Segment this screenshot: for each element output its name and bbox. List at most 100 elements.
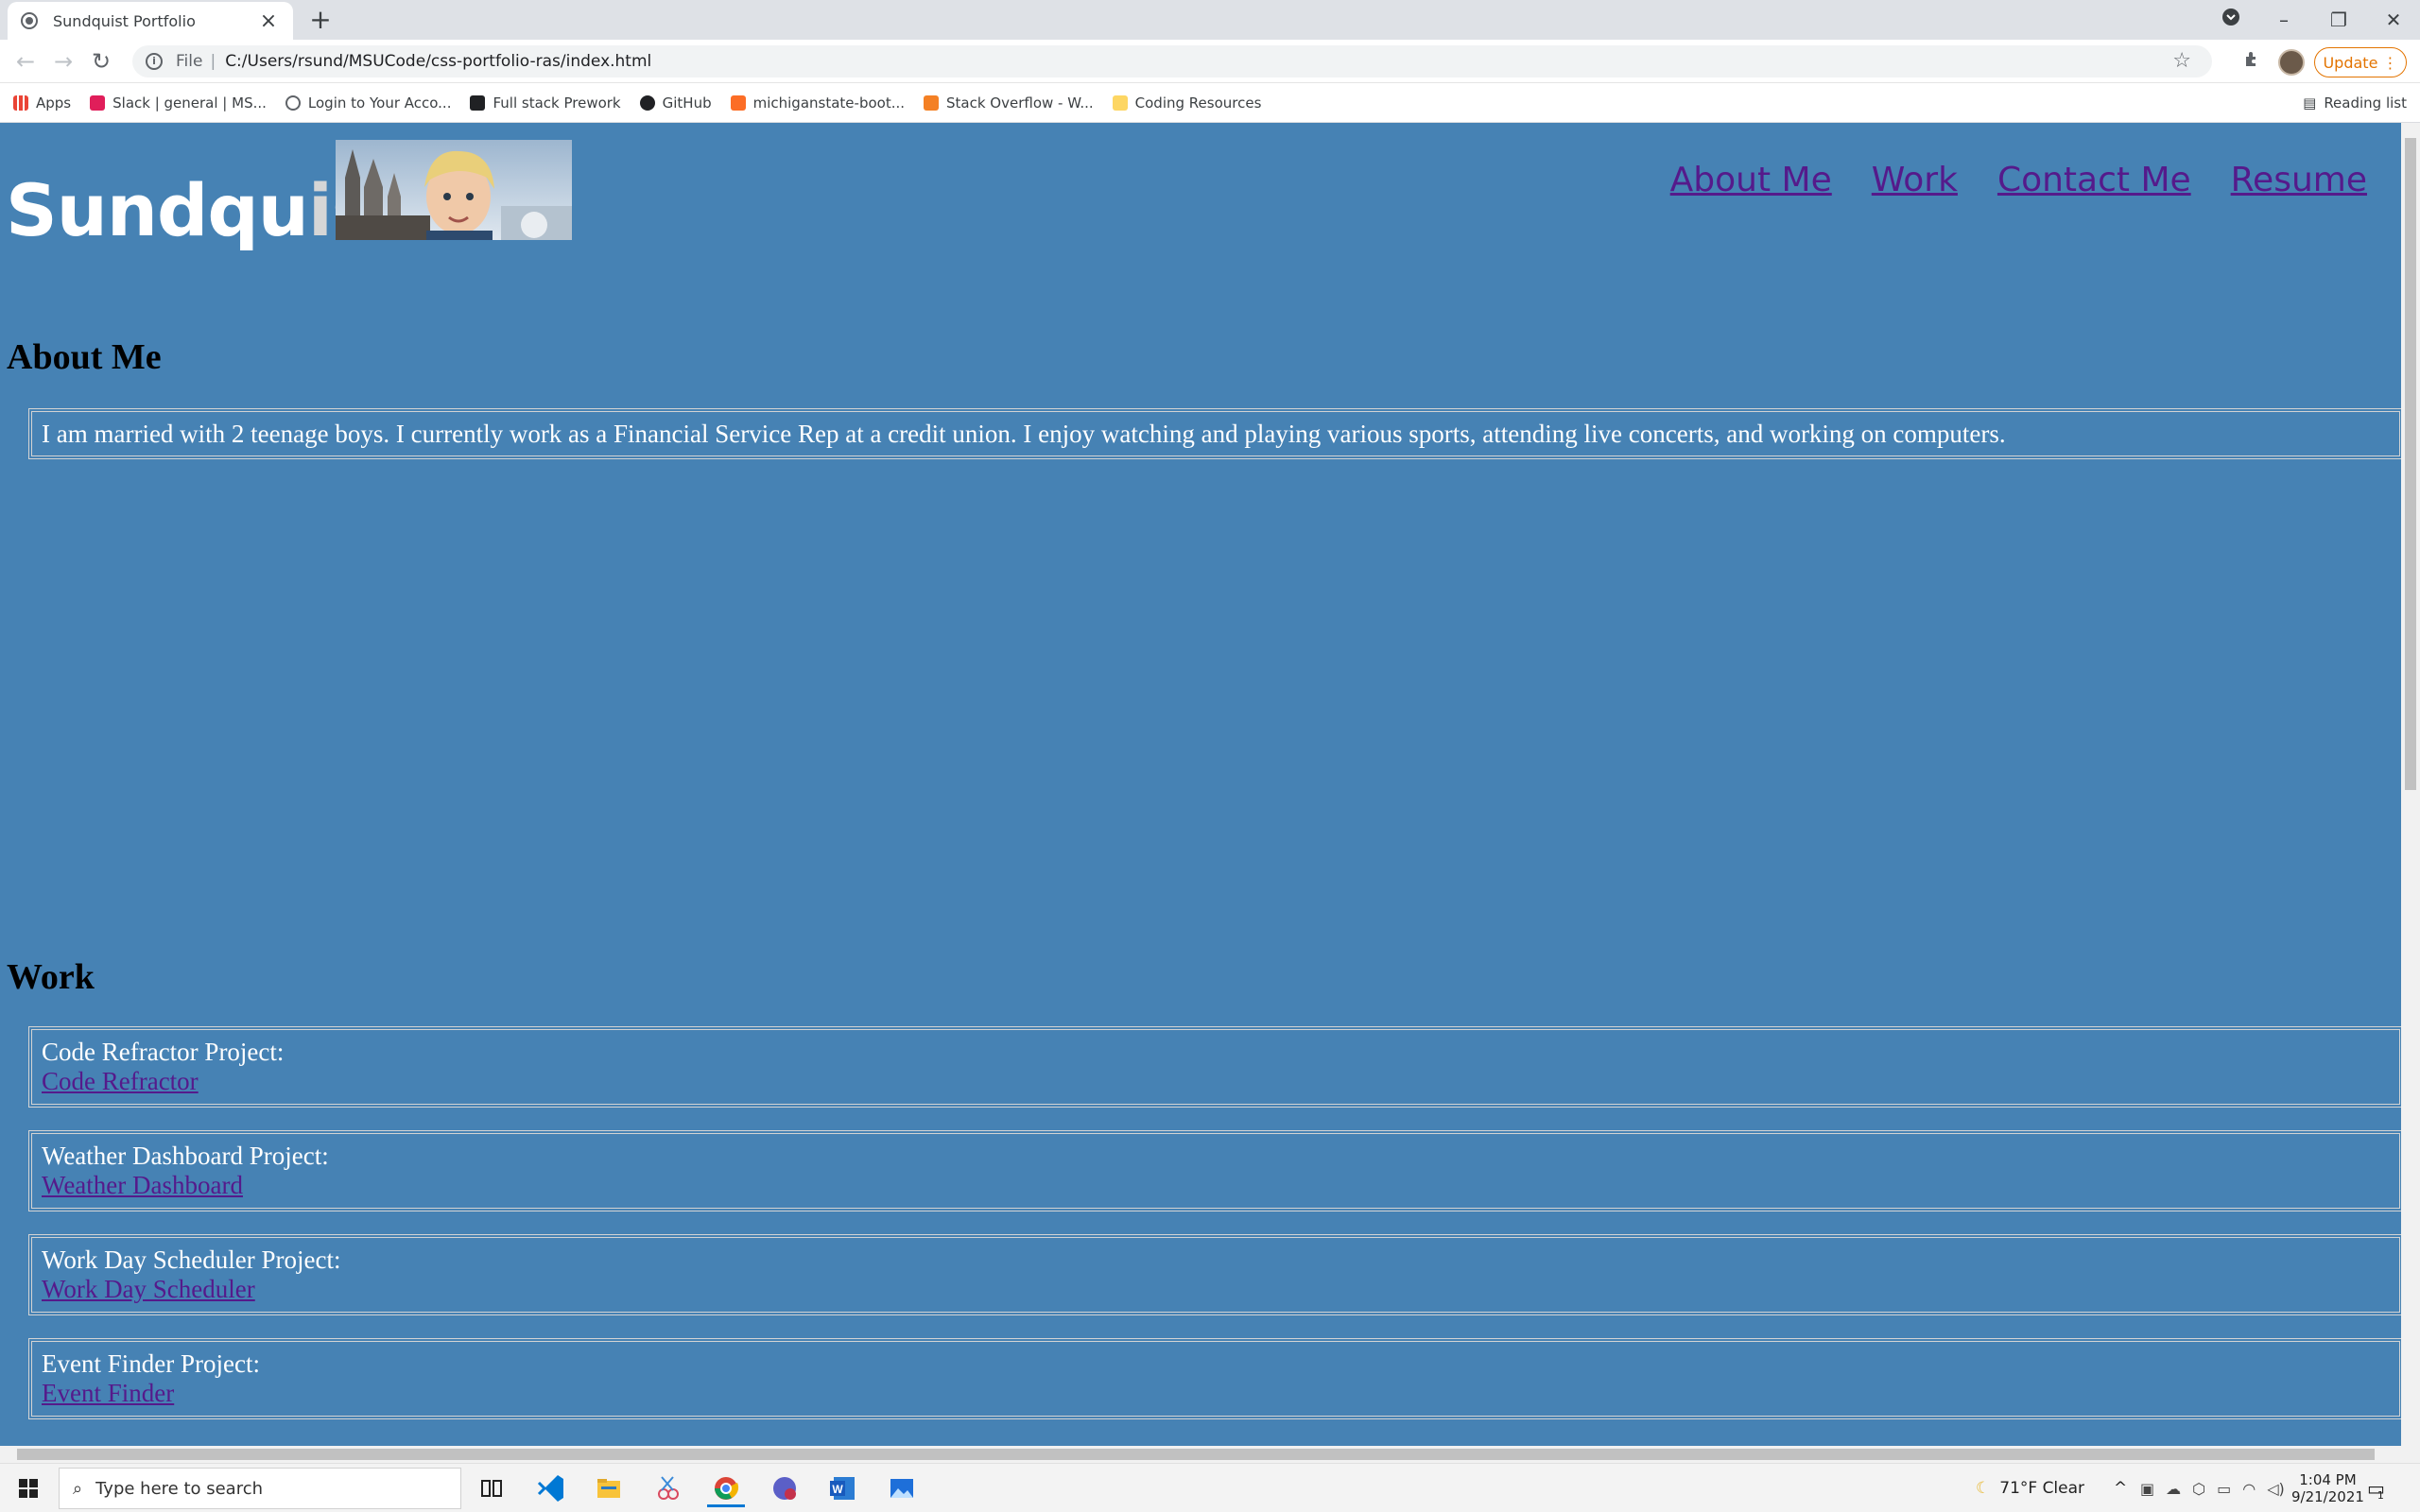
reading-list-icon: ▤ [2303,94,2317,112]
bookmark-label: Slack | general | MS... [112,94,267,112]
reading-list-button[interactable]: ▤ Reading list [2303,83,2407,123]
update-button[interactable]: Update ⋮ [2314,47,2407,77]
bookmark-coding-resources[interactable]: Coding Resources [1112,94,1262,112]
bookmark-slack[interactable]: Slack | general | MS... [90,94,267,112]
book-icon [470,94,486,111]
volume-icon[interactable]: ◁) [2267,1480,2285,1498]
onedrive-icon[interactable]: ☁ [2166,1480,2181,1498]
bookmark-label: Login to Your Acco... [307,94,452,112]
battery-icon[interactable]: ▭ [2217,1480,2231,1498]
vertical-scrollbar[interactable] [2401,123,2420,1446]
update-label: Update [2323,53,2378,72]
browser-toolbar: ← → ↻ i File | C:/Users/rsund/MSUCode/cs… [0,40,2420,83]
minimize-icon[interactable]: – [2265,4,2303,36]
bookmark-label: Full stack Prework [493,94,621,112]
snipping-tool-icon[interactable] [648,1469,686,1507]
project-link[interactable]: Event Finder [42,1379,2390,1408]
bookmark-prework[interactable]: Full stack Prework [470,94,621,112]
horizontal-scrollbar[interactable] [0,1446,2420,1463]
vscode-icon[interactable] [531,1469,569,1507]
bookmark-apps[interactable]: Apps [13,94,71,112]
word-icon[interactable]: W [824,1469,862,1507]
nav-resume[interactable]: Resume [2231,161,2367,199]
profile-photo [336,140,572,240]
windows-taskbar: ⌕ Type here to search W ☾ 71°F Clear ^ ▣… [0,1463,2420,1512]
photos-icon[interactable] [883,1469,921,1507]
globe-icon [285,94,301,111]
folder-icon [1112,94,1128,111]
site-nav: About Me Work Contact Me Resume [1670,161,2367,199]
forward-icon[interactable]: → [47,45,79,77]
search-placeholder: Type here to search [95,1478,264,1499]
tab-search-icon[interactable] [2212,4,2250,36]
task-view-icon[interactable] [473,1469,510,1507]
address-bar[interactable]: i File | C:/Users/rsund/MSUCode/css-port… [132,45,2212,77]
slack-icon [90,94,106,111]
close-tab-icon[interactable]: × [257,9,280,33]
chat-app-icon[interactable] [766,1469,804,1507]
new-tab-button[interactable]: + [304,4,337,36]
stackoverflow-icon [924,94,940,111]
svg-text:W: W [832,1483,843,1496]
bookmark-stackoverflow[interactable]: Stack Overflow - W... [924,94,1094,112]
bookmark-login[interactable]: Login to Your Acco... [285,94,452,112]
back-icon[interactable]: ← [9,45,42,77]
extensions-icon[interactable] [2242,45,2261,77]
show-hidden-icons[interactable]: ^ [2114,1464,2127,1512]
project-link[interactable]: Code Refractor [42,1067,2390,1096]
web-page: Sundquist About Me Work Con [0,123,2401,1446]
nav-work[interactable]: Work [1872,161,1958,199]
bookmark-label: Stack Overflow - W... [946,94,1094,112]
project-link[interactable]: Work Day Scheduler [42,1275,2390,1304]
reload-icon[interactable]: ↻ [85,45,117,77]
gitlab-icon [730,94,746,111]
notification-count: 1 [2377,1488,2384,1502]
bookmark-star-icon[interactable]: ☆ [2172,45,2191,77]
bookmark-gitlab[interactable]: michiganstate-boot... [730,94,906,112]
scroll-thumb[interactable] [2405,138,2416,790]
weather-widget[interactable]: ☾ 71°F Clear [1976,1464,2084,1512]
windows-start-icon[interactable] [9,1469,47,1507]
clock[interactable]: 1:04 PM 9/21/2021 [2291,1464,2364,1512]
project-card: Code Refractor Project: Code Refractor [28,1026,2401,1108]
project-link[interactable]: Weather Dashboard [42,1171,2390,1200]
nav-contact-me[interactable]: Contact Me [1997,161,2191,199]
tab-title: Sundquist Portfolio [53,11,196,30]
bookmarks-bar: Apps Slack | general | MS... Login to Yo… [0,83,2420,123]
about-text: I am married with 2 teenage boys. I curr… [42,420,2006,448]
bookmark-label: Coding Resources [1134,94,1262,112]
bookmark-github[interactable]: GitHub [639,94,712,112]
bookmark-label: michiganstate-boot... [752,94,906,112]
github-icon [639,94,655,111]
project-title: Code Refractor Project: [42,1038,285,1066]
work-heading: Work [7,957,95,997]
scroll-thumb[interactable] [17,1449,2375,1460]
project-title: Event Finder Project: [42,1349,260,1378]
profile-avatar[interactable] [2278,49,2305,76]
bookmark-label: GitHub [662,94,712,112]
wifi-icon[interactable]: ◠ [2242,1480,2256,1498]
chrome-icon[interactable] [707,1469,745,1507]
notifications-icon[interactable]: ▭ 1 [2367,1464,2385,1512]
moon-icon: ☾ [1976,1479,1991,1498]
restore-icon[interactable]: ❐ [2320,4,2358,36]
url-separator: | [210,52,216,71]
close-window-icon[interactable]: ✕ [2375,4,2412,36]
clock-date: 9/21/2021 [2291,1488,2364,1505]
bookmark-label: Apps [36,94,72,112]
project-title: Weather Dashboard Project: [42,1142,329,1170]
url-scheme: File [176,52,203,71]
nav-about-me[interactable]: About Me [1670,161,1832,199]
apps-grid-icon [13,94,28,111]
meet-now-icon[interactable]: ▣ [2140,1480,2154,1498]
project-card: Work Day Scheduler Project: Work Day Sch… [28,1234,2401,1315]
clock-time: 1:04 PM [2299,1471,2357,1488]
taskbar-search-input[interactable]: ⌕ Type here to search [59,1468,461,1509]
info-icon[interactable]: i [146,53,163,70]
file-explorer-icon[interactable] [590,1469,628,1507]
browser-tab[interactable]: Sundquist Portfolio × [8,2,293,40]
dropbox-icon[interactable]: ⬡ [2192,1480,2205,1498]
url-text: C:/Users/rsund/MSUCode/css-portfolio-ras… [225,52,652,71]
search-icon: ⌕ [73,1478,83,1499]
project-title: Work Day Scheduler Project: [42,1246,341,1274]
